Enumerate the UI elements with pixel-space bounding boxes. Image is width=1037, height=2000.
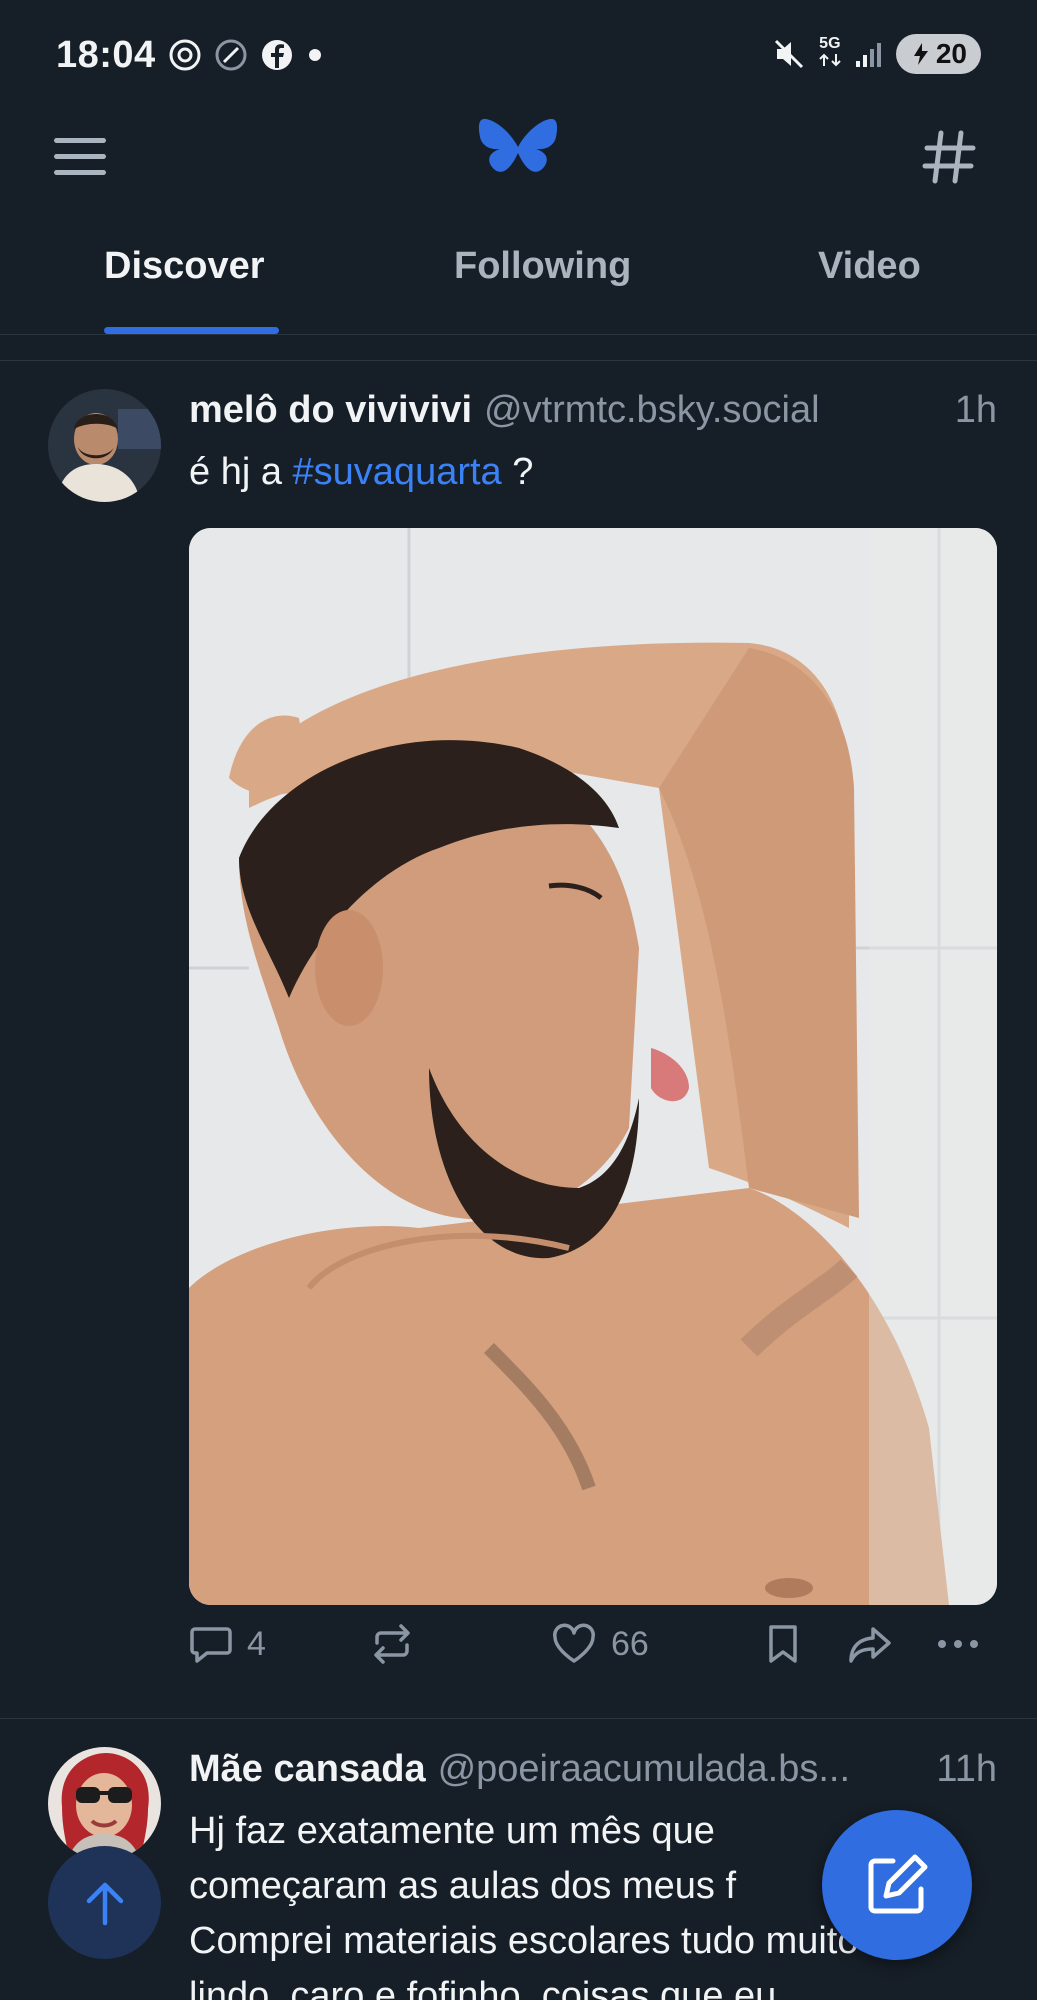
post-text-after: ? [501,451,534,493]
repost-icon [374,1624,410,1664]
arrow-up-icon [86,1882,123,1925]
tab-discover[interactable]: Discover [104,245,265,288]
signal-icon [855,43,881,67]
bookmark-button[interactable] [765,1623,801,1665]
compose-button[interactable] [822,1810,972,1960]
post-text: é hj a #suvaquarta ? [189,445,997,500]
share-button[interactable] [847,1623,893,1665]
menu-button[interactable] [48,125,112,189]
feed-post[interactable]: melô do vivivivi @vtrmtc.bsky.social 1h … [0,361,1037,1719]
facebook-icon [262,40,292,70]
menu-icon [54,138,106,175]
repost-button[interactable] [369,1623,429,1665]
bluesky-logo[interactable] [476,109,560,193]
notification-dot-icon [309,49,321,61]
photo-image [189,528,997,1605]
more-options-button[interactable] [935,1623,981,1665]
post-actions: 4 66 [189,1623,997,1683]
reply-button[interactable]: 4 [189,1623,266,1665]
post-time: 1h [954,389,997,431]
heart-icon [553,1623,595,1663]
share-icon [849,1627,891,1663]
network-label: 5G [819,35,841,52]
post-header: Mãe cansada @poeiraacumulada.bs... 11h [189,1748,997,1798]
avatar[interactable] [48,1747,161,1860]
display-name[interactable]: melô do vivivivi [189,389,472,432]
status-left-icons [168,38,324,72]
handle[interactable]: @poeiraacumulada.bs... [438,1748,850,1791]
active-tab-indicator [104,327,279,334]
status-right-icons: 5G 20 [772,34,981,74]
handle[interactable]: @vtrmtc.bsky.social [484,389,820,432]
network-indicator: 5G [818,36,842,72]
compose-icon [868,1854,928,1914]
avatar[interactable] [48,389,161,502]
battery-indicator: 20 [895,34,981,74]
post-header: melô do vivivivi @vtrmtc.bsky.social 1h [189,389,997,439]
bookmark-icon [769,1625,797,1663]
battery-level: 20 [935,38,967,69]
status-bar: 18:04 5G 20 [0,0,1037,110]
reply-icon [190,1627,232,1663]
hash-icon [922,130,976,184]
top-app-bar [0,105,1037,225]
tab-video[interactable]: Video [818,245,921,288]
scroll-to-top-button[interactable] [48,1846,161,1959]
hashtag-link[interactable]: #suvaquarta [293,451,502,493]
threads-icon [169,39,201,71]
data-arrows-icon [819,53,841,67]
like-count: 66 [611,1624,649,1663]
butterfly-logo-icon [478,118,558,172]
post-photo[interactable] [189,528,997,1605]
post-text-before: é hj a [189,451,293,493]
reply-count: 4 [247,1624,266,1663]
feed-tabs: Discover Following Video [0,225,1037,335]
tab-following[interactable]: Following [454,245,631,288]
mute-icon [774,39,803,69]
feeds-button[interactable] [913,121,985,193]
avatar-image [48,389,161,502]
post-text-line: lindo, caro e fofinho, coisas que eu [189,1975,777,2000]
battery-saver-icon [913,43,928,65]
avatar-image [48,1747,161,1860]
like-button[interactable]: 66 [551,1623,649,1665]
post-time: 11h [936,1748,997,1790]
data-saver-icon [215,39,247,71]
more-icon [938,1640,978,1648]
display-name[interactable]: Mãe cansada [189,1748,426,1791]
status-time: 18:04 [56,34,156,76]
